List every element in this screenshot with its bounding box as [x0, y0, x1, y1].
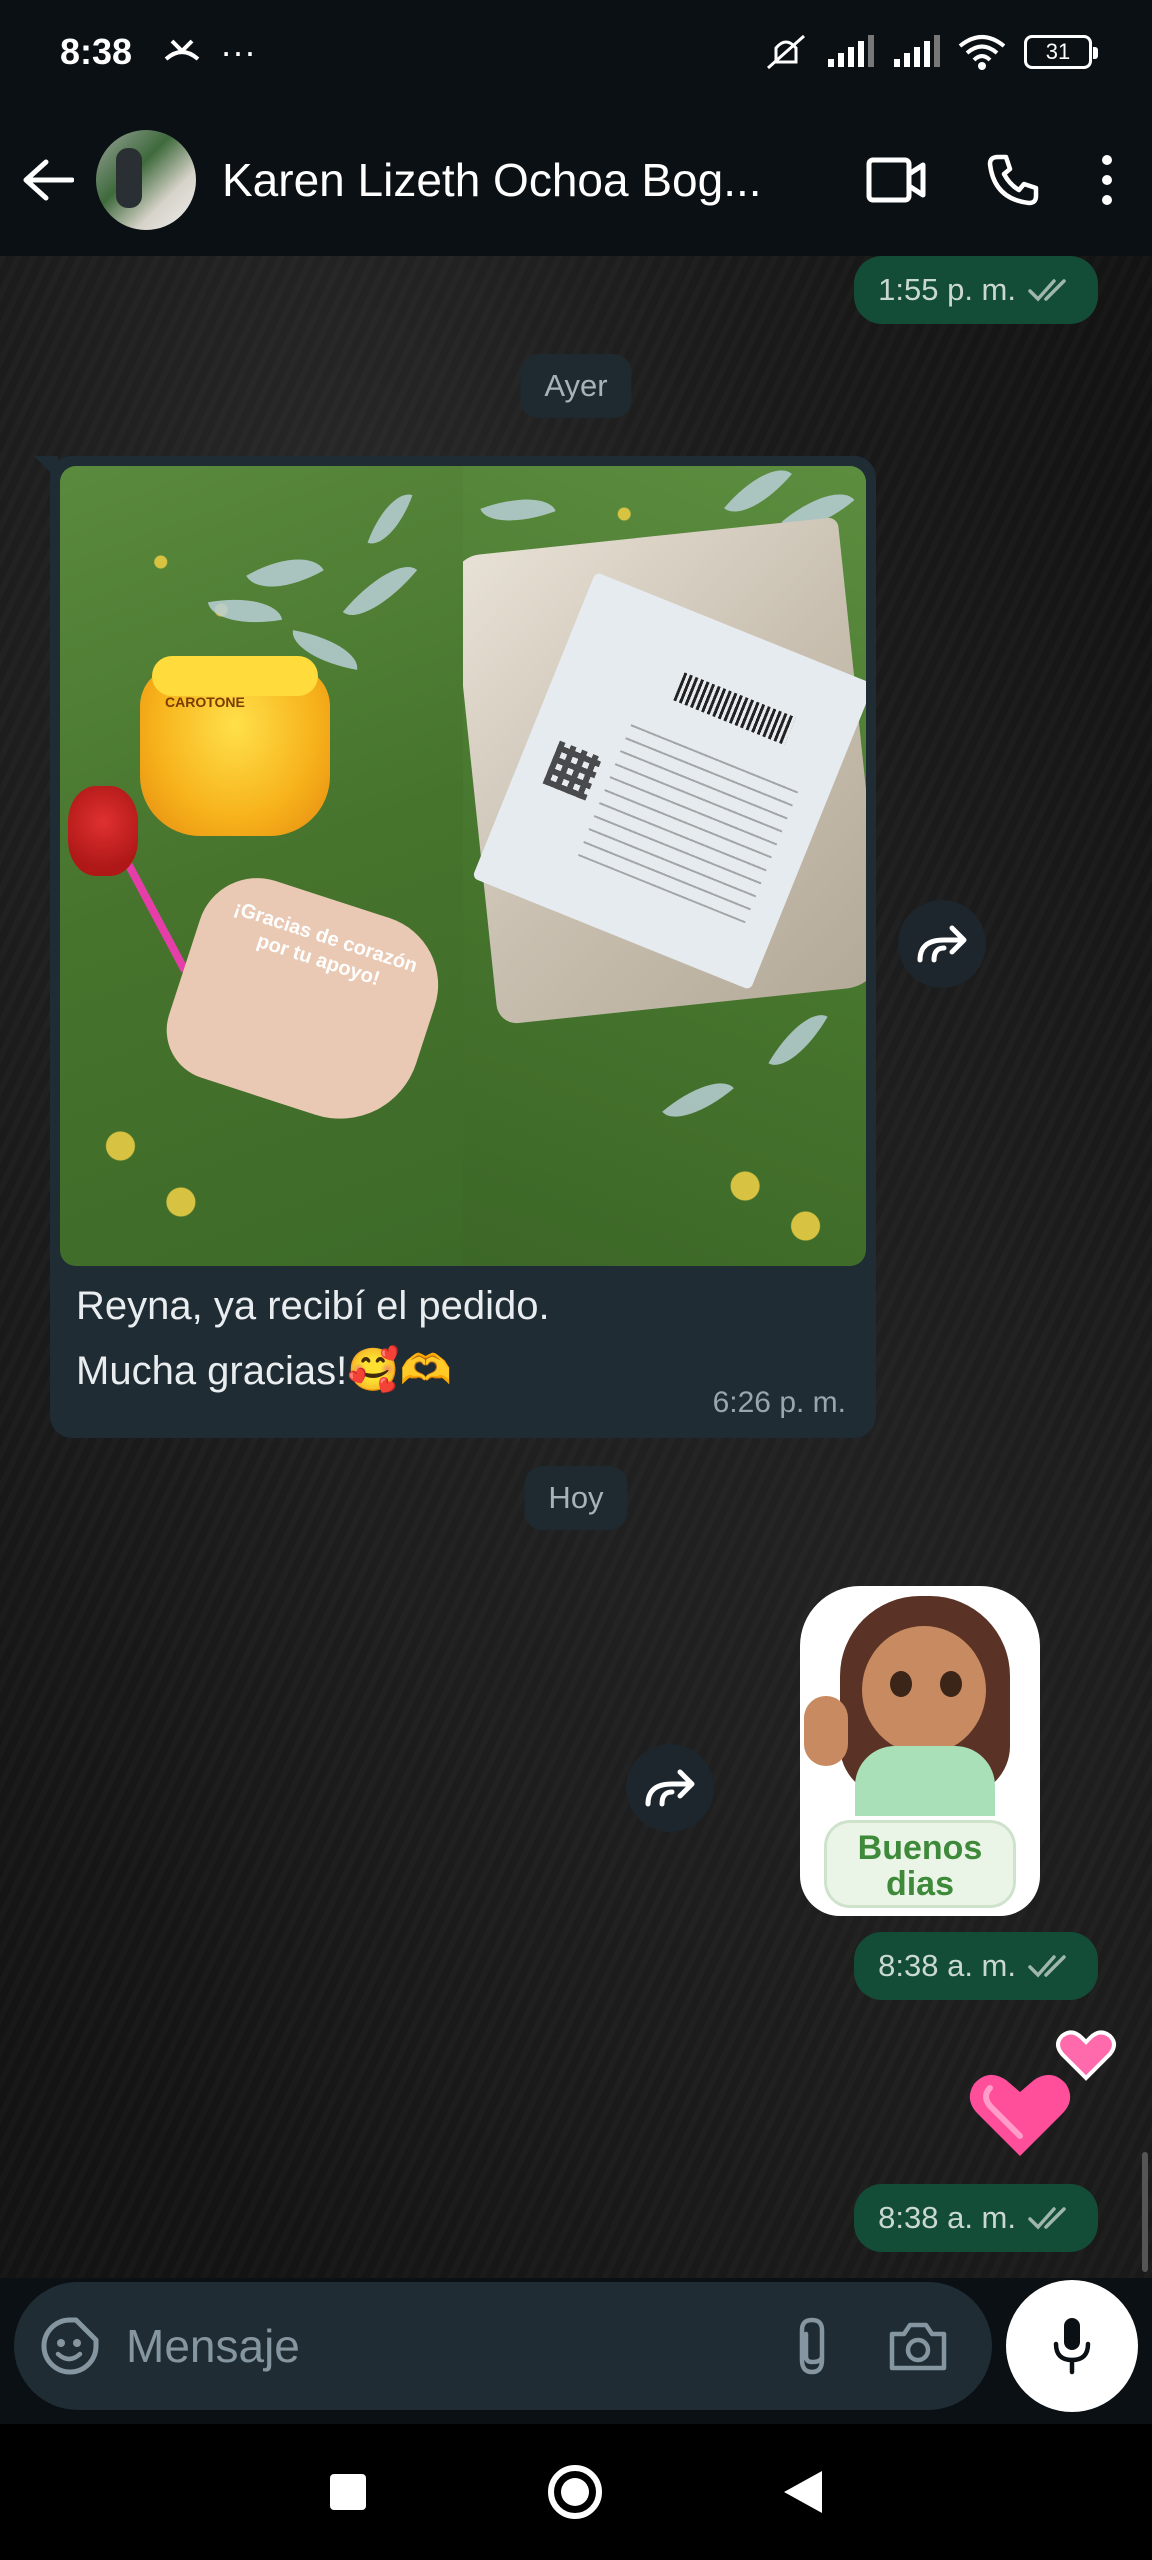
attach-button[interactable] — [792, 2316, 832, 2376]
sticker-time: 8:38 a. m. — [854, 1932, 1098, 2000]
more-notifications-indicator: ··· — [220, 31, 257, 72]
system-navigation-bar — [0, 2424, 1152, 2560]
sticker-buenos-dias[interactable]: Buenos dias — [800, 1586, 1040, 1916]
hearts-emoji-message[interactable] — [960, 2026, 1120, 2176]
status-bar: 8:38 ··· 31 — [0, 0, 1152, 104]
wifi-icon — [958, 35, 1006, 70]
double-check-icon — [1028, 2207, 1066, 2230]
missed-call-icon — [164, 39, 200, 61]
kebab-menu-icon — [1102, 155, 1112, 205]
more-options-button[interactable] — [1100, 154, 1114, 206]
lollipop — [68, 786, 138, 876]
sticker-label: Buenos dias — [820, 1816, 1020, 1912]
scrollbar[interactable] — [1142, 2152, 1148, 2272]
forward-sticker-button[interactable] — [626, 1744, 714, 1832]
sticker-button[interactable] — [40, 2316, 100, 2376]
phone-icon — [987, 154, 1039, 206]
signal-icon-2 — [894, 35, 940, 67]
voice-call-button[interactable] — [986, 153, 1040, 207]
chat-area[interactable]: 1:55 p. m. Ayer CAROTONE ¡Gracias de cor… — [0, 256, 1152, 2278]
sticker-icon — [41, 2317, 99, 2375]
microphone-icon — [1053, 2318, 1091, 2375]
forward-icon — [917, 925, 967, 963]
forward-button[interactable] — [898, 900, 986, 988]
outgoing-message-time: 1:55 p. m. — [854, 256, 1098, 324]
message-emoji: 🥰🫶 — [347, 1345, 452, 1394]
mute-icon — [767, 34, 805, 70]
voice-message-button[interactable] — [1006, 2280, 1138, 2412]
photo-gift-items[interactable]: CAROTONE ¡Gracias de corazón por tu apoy… — [60, 466, 463, 1266]
message-time: 1:55 p. m. — [878, 272, 1016, 307]
square-icon — [330, 2474, 367, 2510]
date-separator-today: Hoy — [524, 1466, 628, 1530]
message-line-2: Mucha gracias! — [76, 1349, 348, 1393]
back-button[interactable] — [18, 150, 78, 210]
photo-package[interactable] — [463, 466, 866, 1266]
message-time: 8:38 a. m. — [878, 1948, 1016, 1983]
double-check-icon — [1028, 1955, 1066, 1978]
incoming-message-bubble[interactable]: CAROTONE ¡Gracias de corazón por tu apoy… — [34, 456, 876, 1438]
forward-icon — [645, 1769, 695, 1807]
chat-header: Karen Lizeth Ochoa Bog... — [0, 104, 1152, 256]
back-nav-button[interactable] — [782, 2469, 824, 2515]
camera-icon — [889, 2322, 947, 2371]
two-hearts-icon — [969, 2030, 1116, 2156]
circle-icon — [547, 2465, 602, 2519]
contact-name[interactable]: Karen Lizeth Ochoa Bog... — [222, 153, 782, 207]
sticker-label-line-2: dias — [885, 1865, 955, 1903]
jar-label: CAROTONE — [165, 694, 245, 710]
date-separator-yesterday: Ayer — [520, 354, 632, 418]
message-time: 8:38 a. m. — [878, 2200, 1016, 2235]
sticker-label-line-1: Buenos — [857, 1829, 983, 1867]
video-call-button[interactable] — [866, 157, 926, 203]
home-button[interactable] — [545, 2462, 605, 2522]
thank-you-card: ¡Gracias de corazón por tu apoyo! — [153, 862, 457, 1140]
message-text: Reyna, ya recibí el pedido. Mucha gracia… — [76, 1274, 550, 1403]
status-time: 8:38 — [60, 31, 133, 72]
hearts-time: 8:38 a. m. — [854, 2184, 1098, 2252]
recents-button[interactable] — [328, 2472, 368, 2512]
message-line-1: Reyna, ya recibí el pedido. — [76, 1284, 550, 1328]
arrow-back-icon — [23, 159, 74, 201]
battery-icon: 31 — [1024, 35, 1098, 69]
triangle-back-icon — [783, 2471, 822, 2513]
photo-album[interactable]: CAROTONE ¡Gracias de corazón por tu apoy… — [60, 466, 866, 1266]
signal-icon — [828, 35, 874, 67]
paperclip-icon — [799, 2317, 825, 2375]
avatar[interactable] — [96, 130, 196, 230]
message-time: 6:26 p. m. — [712, 1386, 846, 1419]
video-camera-icon — [866, 157, 926, 203]
double-check-icon — [1028, 279, 1066, 302]
message-composer — [14, 2282, 992, 2410]
card-title: ¡Gracias de corazón por tu apoyo! — [231, 897, 421, 991]
camera-button[interactable] — [888, 2320, 948, 2372]
message-input[interactable] — [126, 2319, 726, 2373]
